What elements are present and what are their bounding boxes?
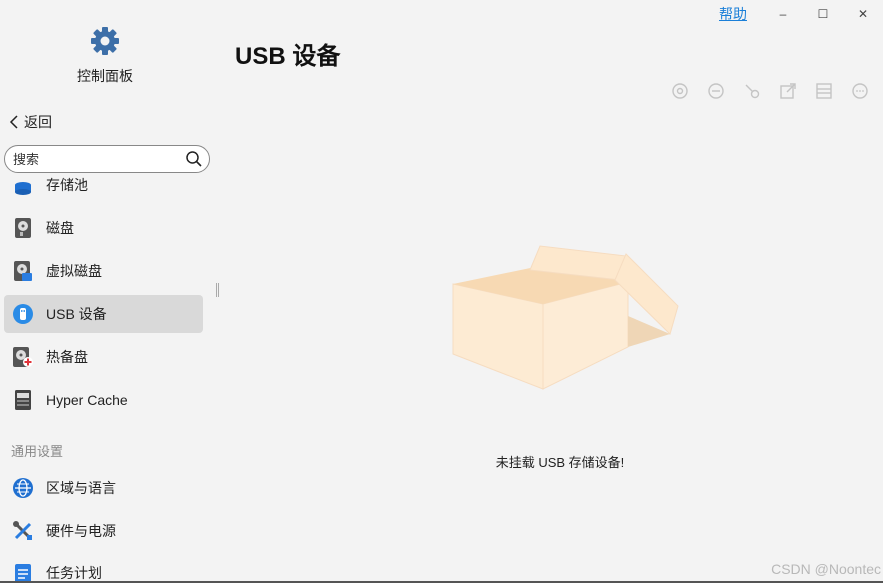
back-label: 返回 bbox=[24, 114, 52, 130]
sidebar-item-label: 任务计划 bbox=[46, 565, 102, 581]
eject-icon[interactable] bbox=[662, 80, 698, 102]
usb-icon bbox=[12, 303, 34, 325]
gear-icon bbox=[88, 24, 122, 58]
sidebar-item-region-language[interactable]: 区域与语言 bbox=[4, 469, 203, 507]
remove-icon[interactable] bbox=[698, 80, 734, 102]
sidebar-item-hardware-power[interactable]: 硬件与电源 bbox=[4, 512, 203, 550]
sidebar: 控制面板 返回 存储池 bbox=[0, 0, 214, 583]
tools-icon bbox=[12, 520, 34, 542]
sidebar-item-label: USB 设备 bbox=[46, 306, 107, 322]
sidebar-item-label: 硬件与电源 bbox=[46, 523, 116, 539]
sidebar-item-task-schedule[interactable]: 任务计划 bbox=[4, 554, 203, 583]
toolbar bbox=[662, 80, 878, 102]
sidebar-item-disk[interactable]: 磁盘 bbox=[4, 209, 203, 247]
unmount-icon[interactable] bbox=[734, 80, 770, 102]
export-icon[interactable] bbox=[770, 80, 806, 102]
app-title: 控制面板 bbox=[77, 68, 133, 84]
search-input[interactable] bbox=[5, 151, 175, 167]
hot-spare-icon bbox=[12, 346, 34, 368]
minimize-button[interactable]: – bbox=[763, 0, 803, 28]
sidebar-item-label: 磁盘 bbox=[46, 220, 74, 236]
sidebar-item-storage-pool[interactable]: 存储池 bbox=[4, 167, 203, 203]
app-header: 控制面板 bbox=[0, 24, 210, 86]
section-general-settings: 通用设置 bbox=[11, 444, 64, 459]
window-controls: 帮助 – ☐ ✕ bbox=[719, 0, 883, 28]
sidebar-item-label: 区域与语言 bbox=[46, 480, 116, 496]
empty-box-illustration bbox=[450, 244, 682, 397]
help-link[interactable]: 帮助 bbox=[719, 4, 747, 24]
page-title: USB 设备 bbox=[235, 43, 341, 70]
sidebar-item-usb[interactable]: USB 设备 bbox=[4, 295, 203, 333]
sidebar-item-label: 存储池 bbox=[46, 177, 88, 193]
task-icon bbox=[12, 562, 34, 583]
sidebar-item-virtual-disk[interactable]: 虚拟磁盘 bbox=[4, 252, 203, 290]
chevron-left-icon bbox=[9, 115, 18, 129]
close-button[interactable]: ✕ bbox=[843, 0, 883, 28]
sidebar-item-hyper-cache[interactable]: Hyper Cache bbox=[4, 381, 203, 419]
watermark: CSDN @Noontec bbox=[771, 561, 881, 577]
ssd-cache-icon bbox=[12, 389, 34, 411]
storage-pool-icon bbox=[12, 174, 34, 196]
maximize-button[interactable]: ☐ bbox=[803, 0, 843, 28]
disk-icon bbox=[12, 217, 34, 239]
sidebar-item-label: Hyper Cache bbox=[46, 392, 128, 408]
sidebar-resize-handle[interactable] bbox=[216, 283, 219, 297]
back-button[interactable]: 返回 bbox=[8, 112, 52, 132]
empty-state-message: 未挂载 USB 存储设备! bbox=[495, 455, 625, 470]
more-icon[interactable] bbox=[842, 80, 878, 102]
sidebar-item-hot-spare[interactable]: 热备盘 bbox=[4, 338, 203, 376]
sidebar-item-label: 虚拟磁盘 bbox=[46, 263, 102, 279]
format-icon[interactable] bbox=[806, 80, 842, 102]
sidebar-item-label: 热备盘 bbox=[46, 349, 88, 365]
globe-icon bbox=[12, 477, 34, 499]
search-icon[interactable] bbox=[185, 150, 203, 168]
virtual-disk-icon bbox=[12, 260, 34, 282]
